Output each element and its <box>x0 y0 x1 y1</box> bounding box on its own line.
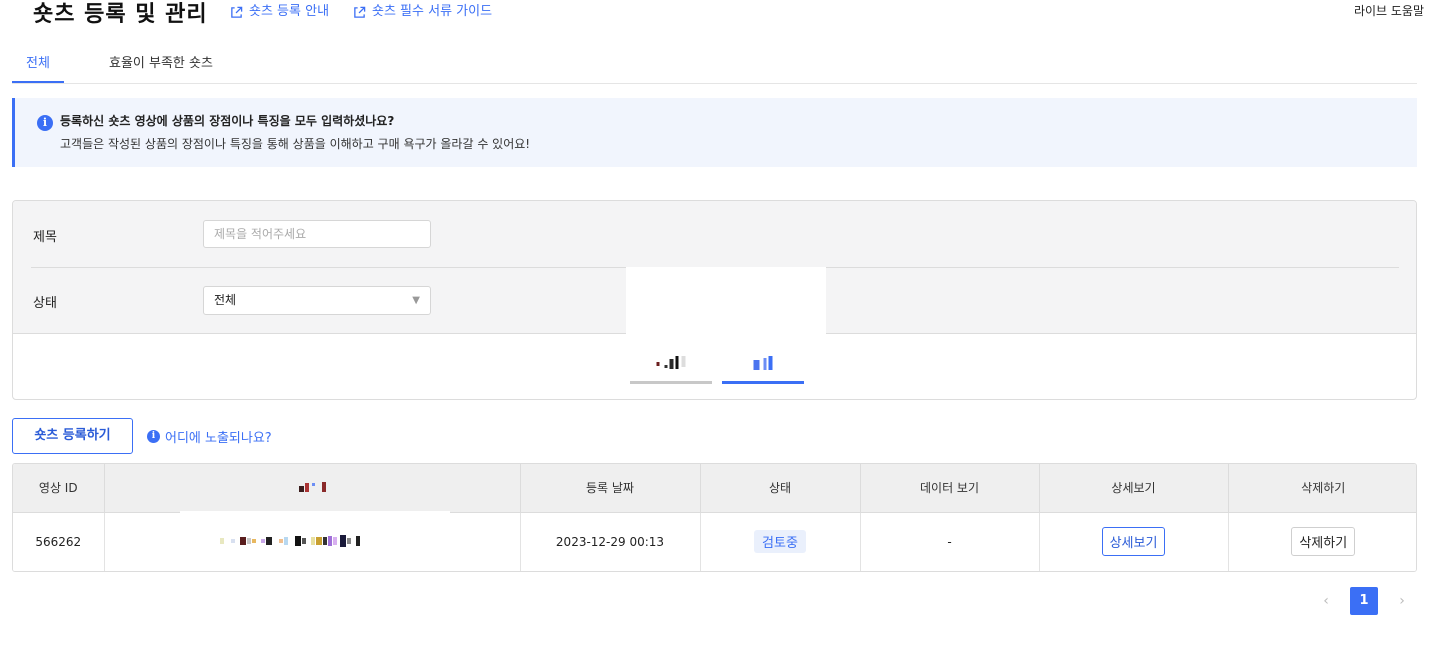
column-header-title <box>104 464 521 513</box>
info-description: 고객들은 작성된 상품의 장점이나 특징을 통해 상품을 이해하고 구매 욕구가… <box>60 137 531 151</box>
status-select[interactable]: 전체 ▼ <box>203 286 431 315</box>
info-icon: i <box>147 430 160 443</box>
delete-cell: 삭제하기 <box>1228 512 1416 571</box>
page-header: 숏츠 등록 및 관리 숏츠 등록 안내 숏츠 필수 서류 가이드 라이브 도움말 <box>0 0 1450 36</box>
chevron-right-icon[interactable]: › <box>1396 593 1408 609</box>
chevron-down-icon: ▼ <box>412 295 420 306</box>
column-header-status: 상태 <box>700 464 861 513</box>
chevron-left-icon[interactable]: ‹ <box>1320 593 1332 609</box>
filter-divider <box>826 267 1399 268</box>
column-header-video-id: 영상 ID <box>13 464 105 513</box>
detail-cell: 상세보기 <box>1039 512 1229 571</box>
guide-link-label: 숏츠 등록 안내 <box>249 4 330 19</box>
column-header-detail: 상세보기 <box>1039 464 1229 513</box>
reset-button-pixel-label <box>656 356 686 369</box>
column-header-delete: 삭제하기 <box>1228 464 1416 513</box>
title-search-input[interactable] <box>203 220 431 248</box>
table-row: 566262 2023-12-29 00:13 검토중 - 상세보기 삭제하기 <box>13 510 1416 571</box>
tab-low-efficiency[interactable]: 효율이 부족한 숏츠 <box>109 54 213 83</box>
table-header-row: 영상 ID 등록 날짜 상태 데이터 보기 상세보기 삭제하기 <box>13 464 1416 513</box>
reset-button[interactable] <box>630 356 712 384</box>
search-button-pixel-label <box>753 356 773 370</box>
external-link-icon <box>354 6 366 18</box>
info-banner: i 등록하신 숏츠 영상에 상품의 장점이나 특징을 모두 입력하셨나요? 고객… <box>12 98 1417 167</box>
redacted-title-pixels <box>219 534 360 547</box>
title-header-pixel-label <box>298 481 326 492</box>
title-filter-label: 제목 <box>33 230 57 245</box>
search-button[interactable] <box>722 356 804 384</box>
pagination: ‹ 1 › <box>1320 587 1408 615</box>
column-header-data-view: 데이터 보기 <box>860 464 1040 513</box>
register-shorts-button[interactable]: 숏츠 등록하기 <box>12 418 133 454</box>
exposure-help-label: 어디에 노출되나요? <box>165 431 272 446</box>
data-view-cell: - <box>860 512 1040 571</box>
registered-date-cell: 2023-12-29 00:13 <box>520 512 701 571</box>
page-title: 숏츠 등록 및 관리 <box>33 2 208 27</box>
column-header-registered-date: 등록 날짜 <box>520 464 701 513</box>
guide-link-label: 숏츠 필수 서류 가이드 <box>372 4 493 19</box>
tab-bar: 전체 효율이 부족한 숏츠 <box>12 46 1417 84</box>
info-title: 등록하신 숏츠 영상에 상품의 장점이나 특징을 모두 입력하셨나요? <box>60 114 395 128</box>
exposure-help-link[interactable]: i 어디에 노출되나요? <box>147 427 272 446</box>
delete-button[interactable]: 삭제하기 <box>1291 527 1356 557</box>
filter-buttons <box>626 334 826 399</box>
status-cell: 검토중 <box>700 512 861 571</box>
status-select-value: 전체 <box>214 293 237 307</box>
title-cell <box>104 510 521 571</box>
info-icon: i <box>37 115 53 131</box>
view-detail-button[interactable]: 상세보기 <box>1101 527 1166 557</box>
status-filter-label: 상태 <box>33 296 57 311</box>
tab-all[interactable]: 전체 <box>12 54 64 83</box>
shorts-table: 영상 ID 등록 날짜 상태 데이터 보기 상세보기 삭제하기 566262 2… <box>12 463 1417 572</box>
required-documents-guide-link[interactable]: 숏츠 필수 서류 가이드 <box>353 4 492 20</box>
filter-panel: 제목 상태 전체 ▼ <box>12 200 1417 400</box>
live-help-link[interactable]: 라이브 도움말 <box>1354 2 1424 19</box>
video-id-cell: 566262 <box>13 512 105 571</box>
shorts-registration-guide-link[interactable]: 숏츠 등록 안내 <box>230 4 329 20</box>
filter-divider <box>31 267 626 268</box>
page-number-current[interactable]: 1 <box>1350 587 1378 615</box>
status-badge: 검토중 <box>754 530 806 554</box>
external-link-icon <box>231 6 243 18</box>
